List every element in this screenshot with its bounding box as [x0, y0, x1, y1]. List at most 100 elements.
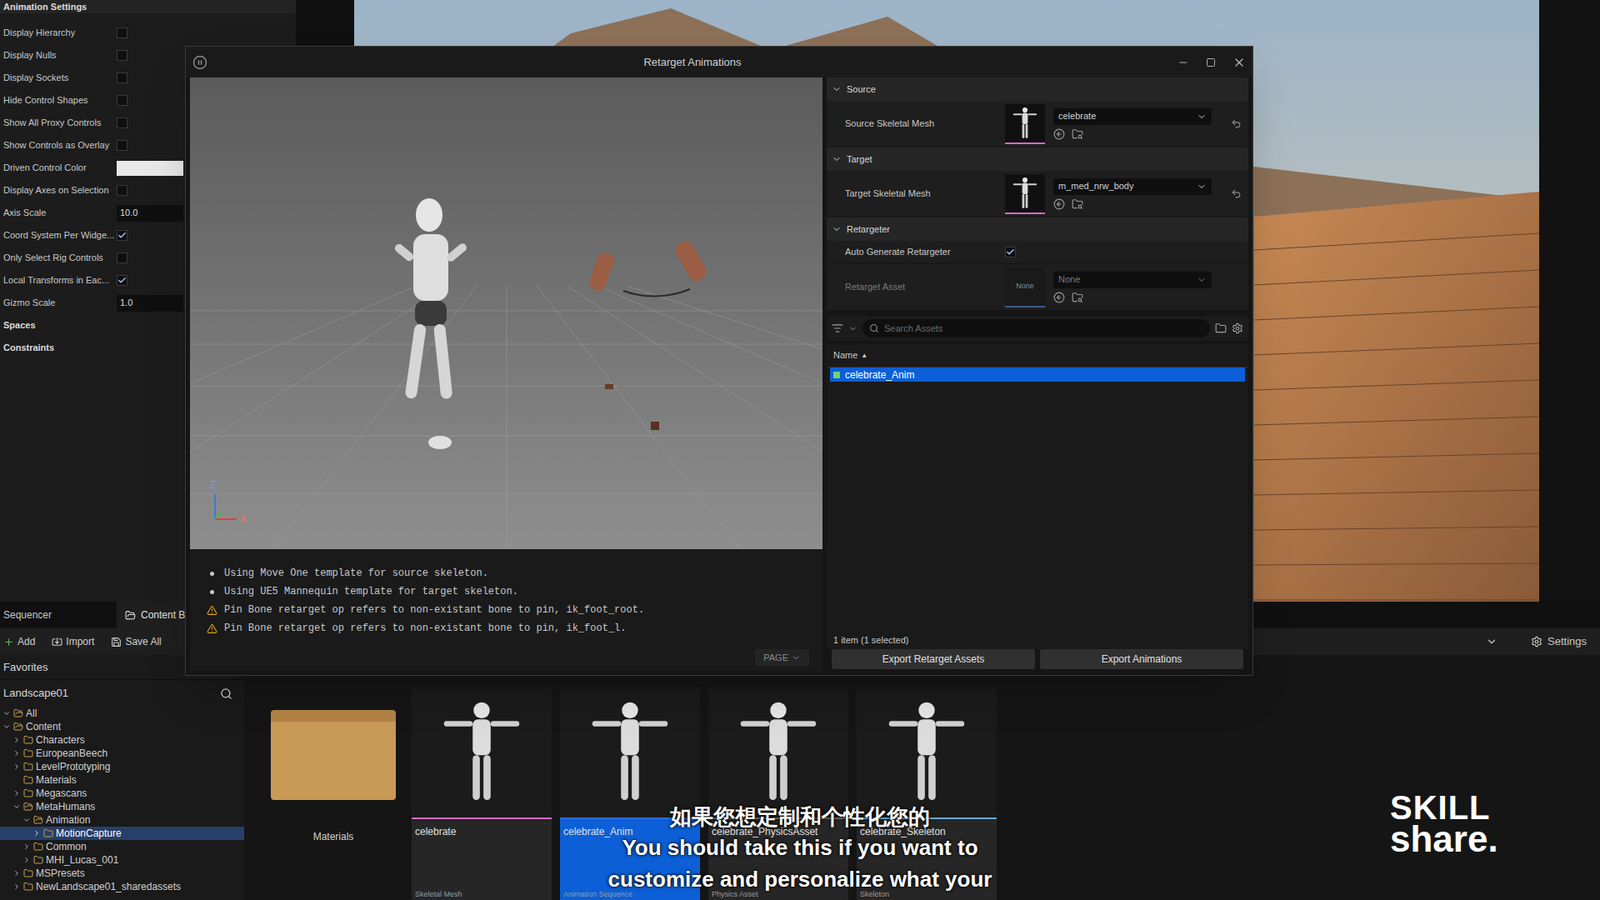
toolbar-button[interactable]: Save All — [110, 634, 161, 650]
expand-icon[interactable] — [12, 882, 21, 891]
expand-icon[interactable] — [12, 749, 21, 758]
asset-thumbnail[interactable]: None — [1005, 267, 1045, 308]
browse-icon[interactable] — [1071, 128, 1084, 140]
use-selected-icon[interactable] — [1053, 198, 1065, 210]
page-button[interactable]: PAGE — [755, 649, 810, 666]
minimize-icon[interactable] — [1177, 56, 1190, 69]
collapse-icon[interactable] — [22, 815, 31, 825]
dropdown-icon[interactable] — [848, 324, 858, 334]
number-field[interactable]: 1.0 — [116, 295, 184, 312]
folder-icon — [43, 828, 54, 839]
list-header[interactable]: Name▲ — [826, 344, 1249, 368]
search-icon[interactable] — [220, 687, 233, 700]
use-selected-icon[interactable] — [1053, 128, 1065, 140]
asset-thumbnail[interactable] — [1005, 174, 1045, 215]
collapse-icon[interactable] — [2, 722, 11, 731]
tree-item[interactable]: Animation — [0, 813, 245, 827]
expand-icon[interactable] — [12, 869, 21, 878]
warning-icon — [206, 623, 218, 635]
settings-button[interactable]: Settings — [1530, 633, 1597, 650]
tree-item[interactable]: LevelPrototyping — [0, 760, 245, 774]
toolbar-button[interactable]: Add — [3, 634, 35, 650]
asset-dropdown[interactable]: celebrate — [1053, 108, 1212, 125]
tree-item[interactable]: MotionCapture — [0, 826, 245, 840]
checkbox[interactable] — [116, 140, 128, 151]
section-header[interactable]: Retargeter — [826, 217, 1249, 241]
unreal-logo-icon — [192, 55, 208, 70]
viewport-scene — [190, 77, 823, 550]
toolbar-icon — [3, 636, 15, 648]
tree-item[interactable]: MSPresets — [0, 866, 245, 880]
log-line: Using Move One template for source skele… — [206, 564, 810, 583]
section-header[interactable]: Target — [826, 147, 1249, 171]
tree-item[interactable]: All — [0, 706, 245, 720]
reset-icon[interactable] — [1230, 118, 1242, 130]
checkbox[interactable] — [116, 117, 128, 129]
expand-icon[interactable] — [32, 829, 41, 838]
asset-tile[interactable]: celebrateSkeletal Mesh — [411, 686, 552, 900]
tree-item[interactable]: Megascans — [0, 786, 245, 800]
checkbox[interactable] — [116, 252, 128, 264]
property-row: Retarget AssetNoneNone — [826, 264, 1249, 311]
check-icon — [117, 230, 127, 240]
search-field[interactable]: Search Assets — [862, 319, 1210, 338]
expand-icon[interactable] — [12, 789, 21, 798]
export-button[interactable]: Export Animations — [1040, 649, 1244, 670]
checkbox[interactable] — [116, 275, 128, 286]
path-header[interactable]: Landscape01 — [0, 680, 245, 707]
bottom-tab[interactable]: Sequencer — [0, 601, 117, 629]
browse-icon[interactable] — [1071, 198, 1084, 210]
collapse-icon[interactable] — [12, 802, 21, 811]
tree-item[interactable]: Common — [0, 840, 245, 854]
tree-item[interactable]: MHI_Lucas_001 — [0, 853, 245, 867]
checkbox[interactable] — [116, 230, 128, 241]
close-icon[interactable] — [1232, 55, 1246, 70]
reset-icon[interactable] — [1230, 188, 1242, 200]
collapse-icon[interactable] — [2, 709, 11, 718]
check-icon — [117, 275, 127, 285]
filter-icon[interactable] — [831, 322, 844, 335]
source-mannequin-icon — [393, 198, 469, 450]
expand-icon[interactable] — [22, 842, 31, 851]
asset-dropdown[interactable]: m_med_nrw_body — [1053, 178, 1212, 195]
section-header[interactable]: Source — [826, 77, 1249, 101]
asset-list: Name▲celebrate_Anim — [826, 344, 1249, 631]
auto-generate-checkbox[interactable] — [1005, 246, 1016, 258]
folder-icon[interactable] — [1215, 322, 1227, 335]
expand-icon[interactable] — [22, 855, 31, 865]
expand-icon[interactable] — [12, 735, 21, 745]
export-button[interactable]: Export Retarget Assets — [831, 649, 1035, 670]
asset-dropdown[interactable]: None — [1053, 271, 1212, 289]
checkbox[interactable] — [116, 72, 128, 84]
tree-item[interactable]: NewLandscape01_sharedassets — [0, 880, 245, 894]
asset-row[interactable]: celebrate_Anim — [830, 367, 1245, 382]
checkbox[interactable] — [116, 185, 128, 196]
tree-item[interactable]: Characters — [0, 733, 245, 747]
asset-thumbnail[interactable] — [1005, 104, 1045, 145]
toolbar-button[interactable]: Import — [51, 634, 95, 650]
retarget-viewport[interactable]: ZX — [190, 77, 823, 550]
dropdown-icon[interactable] — [1485, 635, 1498, 648]
browse-icon[interactable] — [1071, 291, 1084, 304]
anim-asset-icon — [833, 371, 840, 379]
tree-item[interactable]: MetaHumans — [0, 800, 245, 814]
folder-icon — [23, 775, 34, 785]
color-swatch[interactable] — [116, 160, 184, 176]
tree-item[interactable]: Content — [0, 720, 245, 734]
tree-item[interactable]: Materials — [0, 773, 245, 787]
use-selected-icon[interactable] — [1053, 291, 1065, 304]
gear-icon[interactable] — [1231, 322, 1244, 335]
checkbox[interactable] — [116, 27, 128, 39]
checkbox[interactable] — [116, 95, 128, 106]
expand-icon[interactable] — [12, 762, 21, 771]
search-icon — [869, 323, 880, 334]
folder-tile[interactable]: Materials — [263, 686, 404, 900]
warning-icon — [206, 605, 218, 616]
tree-item[interactable]: EuropeanBeech — [0, 746, 245, 760]
log-line: Pin Bone retarget op refers to non-exist… — [206, 600, 810, 620]
folder-icon — [13, 721, 24, 732]
checkbox[interactable] — [116, 50, 128, 61]
folder-icon — [23, 735, 34, 745]
number-field[interactable]: 10.0 — [116, 205, 184, 222]
maximize-icon[interactable] — [1205, 57, 1216, 68]
